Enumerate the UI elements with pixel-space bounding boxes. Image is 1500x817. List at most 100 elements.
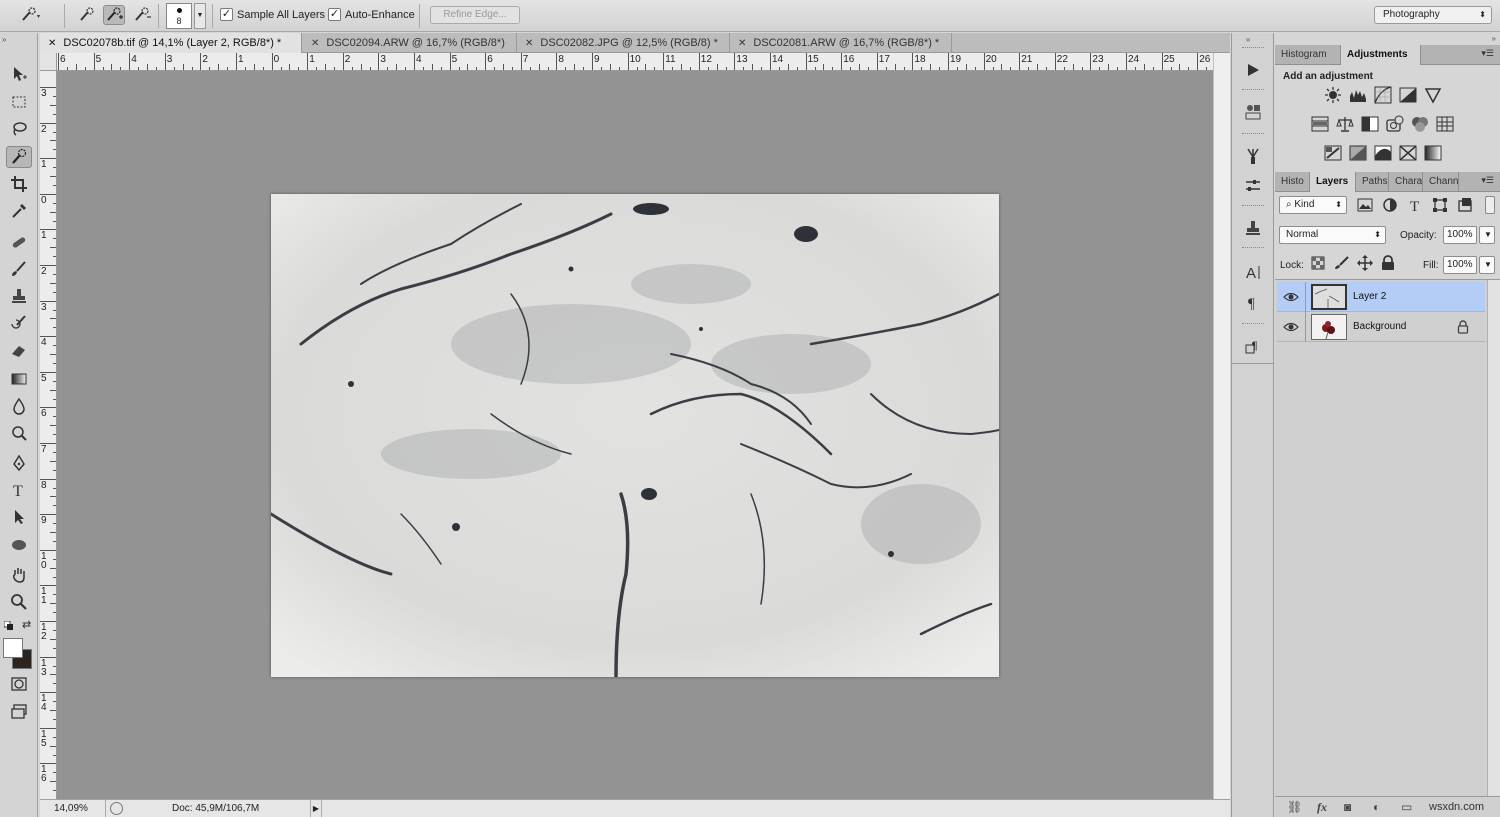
close-icon[interactable]: ✕ [48,38,56,49]
auto-enhance-checkbox[interactable]: ✓ [328,8,341,21]
ellipse-tool-icon[interactable] [6,534,32,556]
gradient-map-icon[interactable] [1424,144,1442,162]
visibility-eye-icon[interactable] [1283,290,1299,304]
filter-adjustment-layers-icon[interactable] [1381,196,1399,214]
eraser-tool-icon[interactable] [6,339,32,361]
filter-toggle-switch[interactable] [1485,196,1495,214]
fill-input[interactable]: 100% [1443,256,1477,274]
filter-shape-layers-icon[interactable] [1431,196,1449,214]
vertical-ruler[interactable]: 321012345678910111213141516 [40,71,57,799]
layer-row-layer-2[interactable]: Layer 2 [1277,282,1485,312]
quick-mask-icon[interactable] [6,673,32,695]
lock-position-icon[interactable] [1357,255,1373,271]
new-selection-icon[interactable] [76,5,98,25]
zoom-level[interactable]: 14,09% [40,800,106,817]
brush-picker-dropdown[interactable]: ▼ [194,3,206,29]
brush-presets-icon[interactable] [1242,145,1264,167]
filter-pixel-layers-icon[interactable] [1356,196,1374,214]
color-lookup-icon[interactable] [1436,115,1454,133]
status-info-icon[interactable] [110,802,123,815]
brush-tool-icon[interactable] [6,258,32,280]
filter-type-layers-icon[interactable]: T [1406,196,1424,214]
posterize-icon[interactable] [1349,144,1367,162]
collapse-dock-icon[interactable]: « [1246,35,1250,44]
selective-color-icon[interactable] [1399,144,1417,162]
healing-brush-tool-icon[interactable] [6,231,32,253]
rectangular-marquee-tool-icon[interactable] [6,91,32,113]
close-icon[interactable]: ✕ [738,38,746,49]
sample-all-layers-checkbox[interactable]: ✓ [220,8,233,21]
vertical-scrollbar[interactable] [1213,53,1230,799]
add-mask-icon[interactable]: ◙ [1344,800,1351,814]
invert-icon[interactable] [1324,144,1342,162]
visibility-eye-icon[interactable] [1283,320,1299,334]
new-adjustment-layer-icon[interactable]: ◐ [1373,800,1380,814]
move-tool-icon[interactable] [6,63,32,85]
filter-smart-objects-icon[interactable] [1456,196,1474,214]
panel-menu-icon[interactable]: ▾☰ [1481,48,1494,59]
brush-picker[interactable]: 8 [166,3,192,29]
tool-presets-icon[interactable] [1242,175,1264,197]
actions-play-icon[interactable] [1242,59,1264,81]
exposure-icon[interactable] [1399,86,1417,104]
tab-history[interactable]: Histo [1275,172,1310,192]
swap-colors-icon[interactable]: ⇄ [22,618,31,631]
collapse-panels-icon[interactable]: » [1492,34,1496,43]
layers-scrollbar[interactable] [1487,280,1500,797]
close-icon[interactable]: ✕ [311,38,319,49]
black-white-icon[interactable] [1361,115,1379,133]
pen-tool-icon[interactable] [6,452,32,474]
color-balance-icon[interactable] [1336,115,1354,133]
lasso-tool-icon[interactable] [6,118,32,140]
hue-saturation-icon[interactable] [1311,115,1329,133]
tab-document-2[interactable]: ✕DSC02094.ARW @ 16,7% (RGB/8*) [303,33,517,53]
layer-style-fx-icon[interactable]: fx [1317,800,1327,815]
curves-icon[interactable] [1374,86,1392,104]
clone-stamp-tool-icon[interactable] [6,285,32,307]
blend-mode-select[interactable]: Normal ⬍ [1279,226,1386,244]
refine-edge-button[interactable]: Refine Edge... [430,6,520,24]
history-brush-tool-icon[interactable] [6,312,32,334]
layer-row-background[interactable]: Background [1277,312,1485,342]
expand-panel-icon[interactable]: » [2,35,6,44]
layer-thumbnail[interactable] [1311,284,1347,310]
tab-adjustments[interactable]: Adjustments [1341,45,1421,65]
tab-document-3[interactable]: ✕DSC02082.JPG @ 12,5% (RGB/8) * [517,33,730,53]
eyedropper-tool-icon[interactable] [6,200,32,222]
workspace-select[interactable]: Photography ⬍ [1374,6,1492,24]
tab-histogram[interactable]: Histogram [1275,45,1341,65]
layer-filter-kind-select[interactable]: ⌕ Kind ⬍ [1279,196,1347,214]
crop-tool-icon[interactable] [6,173,32,195]
swatches-icon[interactable] [1242,101,1264,123]
type-tool-icon[interactable]: T [6,479,32,501]
lock-all-icon[interactable] [1381,255,1395,271]
brightness-contrast-icon[interactable] [1324,86,1342,104]
fill-dropdown-icon[interactable]: ▼ [1479,256,1495,274]
paragraph-icon[interactable]: ¶ [1242,291,1264,313]
tab-document-4[interactable]: ✕DSC02081.ARW @ 16,7% (RGB/8*) * [730,33,952,53]
blur-tool-icon[interactable] [6,395,32,417]
path-selection-tool-icon[interactable] [6,506,32,528]
layer-thumbnail[interactable] [1311,314,1347,340]
status-menu-arrow-icon[interactable]: ▶ [310,800,322,817]
add-to-selection-icon[interactable] [103,5,125,25]
subtract-from-selection-icon[interactable] [131,5,153,25]
default-colors-icon[interactable] [4,621,14,631]
horizontal-ruler[interactable]: 6543210123456789101112131415161718192021… [57,53,1213,71]
tab-document-1[interactable]: ✕DSC02078b.tif @ 14,1% (Layer 2, RGB/8*)… [40,33,302,53]
paragraph-styles-icon[interactable]: ¶ [1242,335,1264,357]
opacity-dropdown-icon[interactable]: ▼ [1479,226,1495,244]
tab-channels[interactable]: Chann [1423,172,1459,192]
threshold-icon[interactable] [1374,144,1392,162]
quick-selection-tool-preset-icon[interactable] [20,5,42,25]
gradient-tool-icon[interactable] [6,368,32,390]
tab-character[interactable]: Chara [1389,172,1423,192]
document-image[interactable] [271,194,999,677]
hand-tool-icon[interactable] [6,564,32,586]
ruler-origin[interactable] [40,53,57,71]
clone-source-icon[interactable] [1242,217,1264,239]
link-layers-icon[interactable]: ⛓ [1287,800,1302,814]
opacity-input[interactable]: 100% [1443,226,1477,244]
quick-selection-tool-icon[interactable] [6,146,32,168]
lock-image-pixels-icon[interactable] [1334,256,1350,270]
